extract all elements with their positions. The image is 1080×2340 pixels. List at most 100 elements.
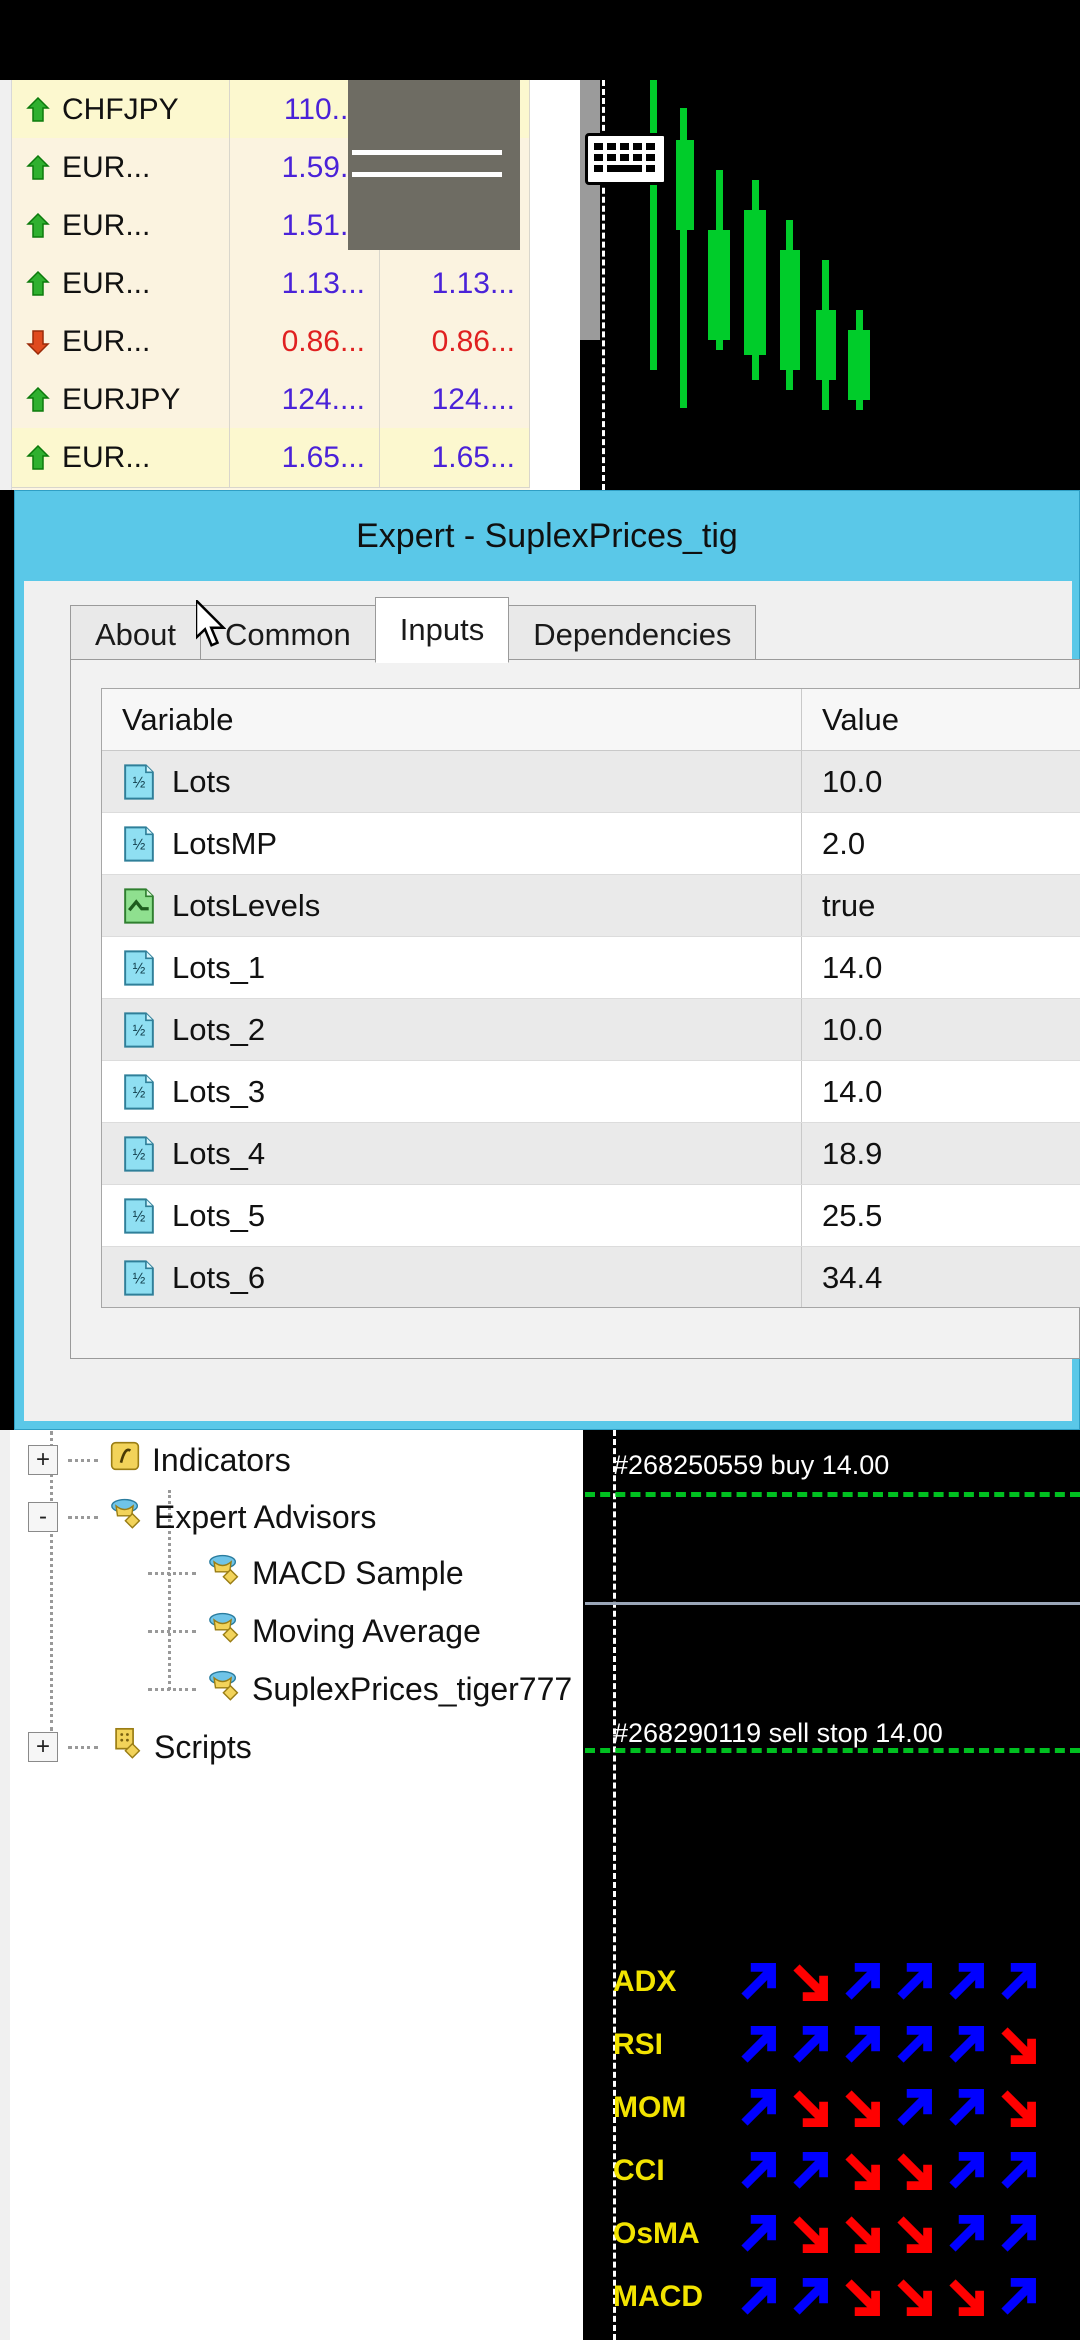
market-watch-row[interactable]: EUR...0.86...0.86... [12, 312, 530, 372]
table-row[interactable]: ½Lots_418.9 [102, 1123, 1080, 1185]
variable-cell[interactable]: ½Lots_4 [102, 1123, 802, 1184]
sell-price-line [585, 1748, 1080, 1753]
variable-cell[interactable]: ½Lots_3 [102, 1061, 802, 1122]
tab-about[interactable]: About [70, 605, 201, 663]
table-row[interactable]: ½Lots_210.0 [102, 999, 1080, 1061]
arrow-down-right-icon [991, 2020, 1043, 2070]
bid-cell[interactable]: 1.13... [230, 254, 380, 313]
bid-cell[interactable]: 0.86... [230, 312, 380, 371]
value-cell[interactable]: 14.0 [802, 937, 1080, 998]
column-header-variable[interactable]: Variable [102, 689, 802, 750]
variable-cell[interactable]: ½Lots_2 [102, 999, 802, 1060]
chart-scrollbar-thumb[interactable] [580, 80, 600, 340]
ask-cell[interactable]: 1.65... [380, 428, 530, 487]
arrow-up-right-icon [731, 2146, 783, 2196]
table-row[interactable]: ½Lots_634.4 [102, 1247, 1080, 1308]
symbol-cell[interactable]: EUR... [12, 138, 230, 197]
value-cell[interactable]: true [802, 875, 1080, 936]
svg-text:½: ½ [133, 1270, 146, 1287]
column-header-value[interactable]: Value [802, 689, 1080, 750]
value-cell[interactable]: 2.0 [802, 813, 1080, 874]
tree-node-suplexprices-tiger777[interactable]: SuplexPrices_tiger777 [148, 1668, 572, 1710]
tab-dependencies[interactable]: Dependencies [508, 605, 756, 663]
indicator-row-rsi: RSI [613, 2020, 1043, 2070]
variable-cell[interactable]: ½Lots [102, 751, 802, 812]
tree-expander[interactable]: - [28, 1502, 58, 1532]
tree-connector [68, 1746, 98, 1749]
symbol-cell[interactable]: EURJPY [12, 370, 230, 429]
bid-cell[interactable]: 124.... [230, 370, 380, 429]
inputs-grid[interactable]: Variable Value ½Lots10.0½LotsMP2.0LotsLe… [101, 688, 1080, 1308]
arrow-up-right-icon [783, 2020, 835, 2070]
indicator-label: OsMA [613, 2217, 731, 2251]
arrow-down-right-icon [835, 2272, 887, 2322]
value-cell[interactable]: 14.0 [802, 1061, 1080, 1122]
table-row[interactable]: ½LotsMP2.0 [102, 813, 1080, 875]
chart-bottom-region[interactable]: #268250559 buy 14.00 #268290119 sell sto… [585, 1430, 1080, 2340]
arrow-down-right-icon [835, 2209, 887, 2259]
tree-node-scripts[interactable]: +Scripts [28, 1726, 252, 1768]
arrow-up-icon [26, 387, 50, 413]
numeric-variable-icon: ½ [122, 1198, 156, 1234]
table-row[interactable]: ½Lots_114.0 [102, 937, 1080, 999]
arrow-up-right-icon [887, 1957, 939, 2007]
numeric-variable-icon: ½ [122, 1260, 156, 1296]
tree-node-expert-advisors[interactable]: -Expert Advisors [28, 1496, 376, 1538]
candle-body [816, 310, 836, 380]
table-row[interactable]: ½Lots10.0 [102, 751, 1080, 813]
boolean-variable-icon [122, 888, 156, 924]
tree-expander[interactable]: + [28, 1732, 58, 1762]
mouse-cursor [196, 600, 226, 648]
indicator-icon [108, 1440, 142, 1480]
symbol-cell[interactable]: EUR... [12, 196, 230, 255]
market-watch-row[interactable]: EURJPY124....124.... [12, 370, 530, 430]
navigator-scrollbar[interactable] [0, 1430, 10, 2340]
symbol-cell[interactable]: CHFJPY [12, 80, 230, 139]
tree-node-indicators[interactable]: +Indicators [28, 1440, 291, 1480]
dialog-tabs[interactable]: AboutCommonInputsDependencies [70, 601, 755, 663]
tree-node-macd-sample[interactable]: MACD Sample [148, 1552, 464, 1594]
variable-cell[interactable]: LotsLevels [102, 875, 802, 936]
value-cell[interactable]: 10.0 [802, 999, 1080, 1060]
arrow-down-right-icon [783, 1957, 835, 2007]
dialog-body: AboutCommonInputsDependencies Variable V… [24, 581, 1072, 1421]
market-watch-row[interactable]: EUR...1.65...1.65... [12, 428, 530, 488]
expert-properties-dialog[interactable]: Expert - SuplexPrices_tig AboutCommonInp… [14, 490, 1080, 1430]
variable-cell[interactable]: ½Lots_1 [102, 937, 802, 998]
value-cell[interactable]: 18.9 [802, 1123, 1080, 1184]
arrow-up-right-icon [731, 2209, 783, 2259]
arrow-up-right-icon [991, 2272, 1043, 2322]
market-watch-row[interactable]: EUR...1.13...1.13... [12, 254, 530, 314]
ask-cell[interactable]: 124.... [380, 370, 530, 429]
ask-value: 1.65... [432, 441, 515, 475]
table-row[interactable]: ½Lots_525.5 [102, 1185, 1080, 1247]
ask-cell[interactable]: 0.86... [380, 312, 530, 371]
indicator-label: RSI [613, 2028, 731, 2062]
symbol-cell[interactable]: EUR... [12, 312, 230, 371]
arrow-up-right-icon [939, 2146, 991, 2196]
arrow-up-icon [26, 155, 50, 181]
symbol-cell[interactable]: EUR... [12, 428, 230, 487]
svg-text:½: ½ [133, 1084, 146, 1101]
expert-advisor-icon [206, 1668, 242, 1702]
svg-text:½: ½ [133, 960, 146, 977]
variable-cell[interactable]: ½Lots_5 [102, 1185, 802, 1246]
tab-common[interactable]: Common [200, 605, 376, 663]
value-cell[interactable]: 34.4 [802, 1247, 1080, 1308]
ask-cell[interactable]: 1.13... [380, 254, 530, 313]
variable-cell[interactable]: ½LotsMP [102, 813, 802, 874]
symbol-cell[interactable]: EUR... [12, 254, 230, 313]
value-cell[interactable]: 25.5 [802, 1185, 1080, 1246]
navigator-panel[interactable]: +Indicators -Expert Advisors MACD Sample Mo… [0, 1430, 585, 2340]
buy-price-line [585, 1492, 1080, 1497]
market-watch-scrollbar[interactable] [0, 80, 12, 490]
tab-inputs[interactable]: Inputs [375, 597, 509, 663]
tree-node-moving-average[interactable]: Moving Average [148, 1610, 481, 1652]
variable-cell[interactable]: ½Lots_6 [102, 1247, 802, 1308]
tree-expander[interactable]: + [28, 1445, 58, 1475]
value-cell[interactable]: 10.0 [802, 751, 1080, 812]
bid-cell[interactable]: 1.65... [230, 428, 380, 487]
table-row[interactable]: LotsLevelstrue [102, 875, 1080, 937]
table-row[interactable]: ½Lots_314.0 [102, 1061, 1080, 1123]
market-watch-panel[interactable]: CHFJPY110....110....EUR...1.59...1.59...… [0, 80, 530, 490]
